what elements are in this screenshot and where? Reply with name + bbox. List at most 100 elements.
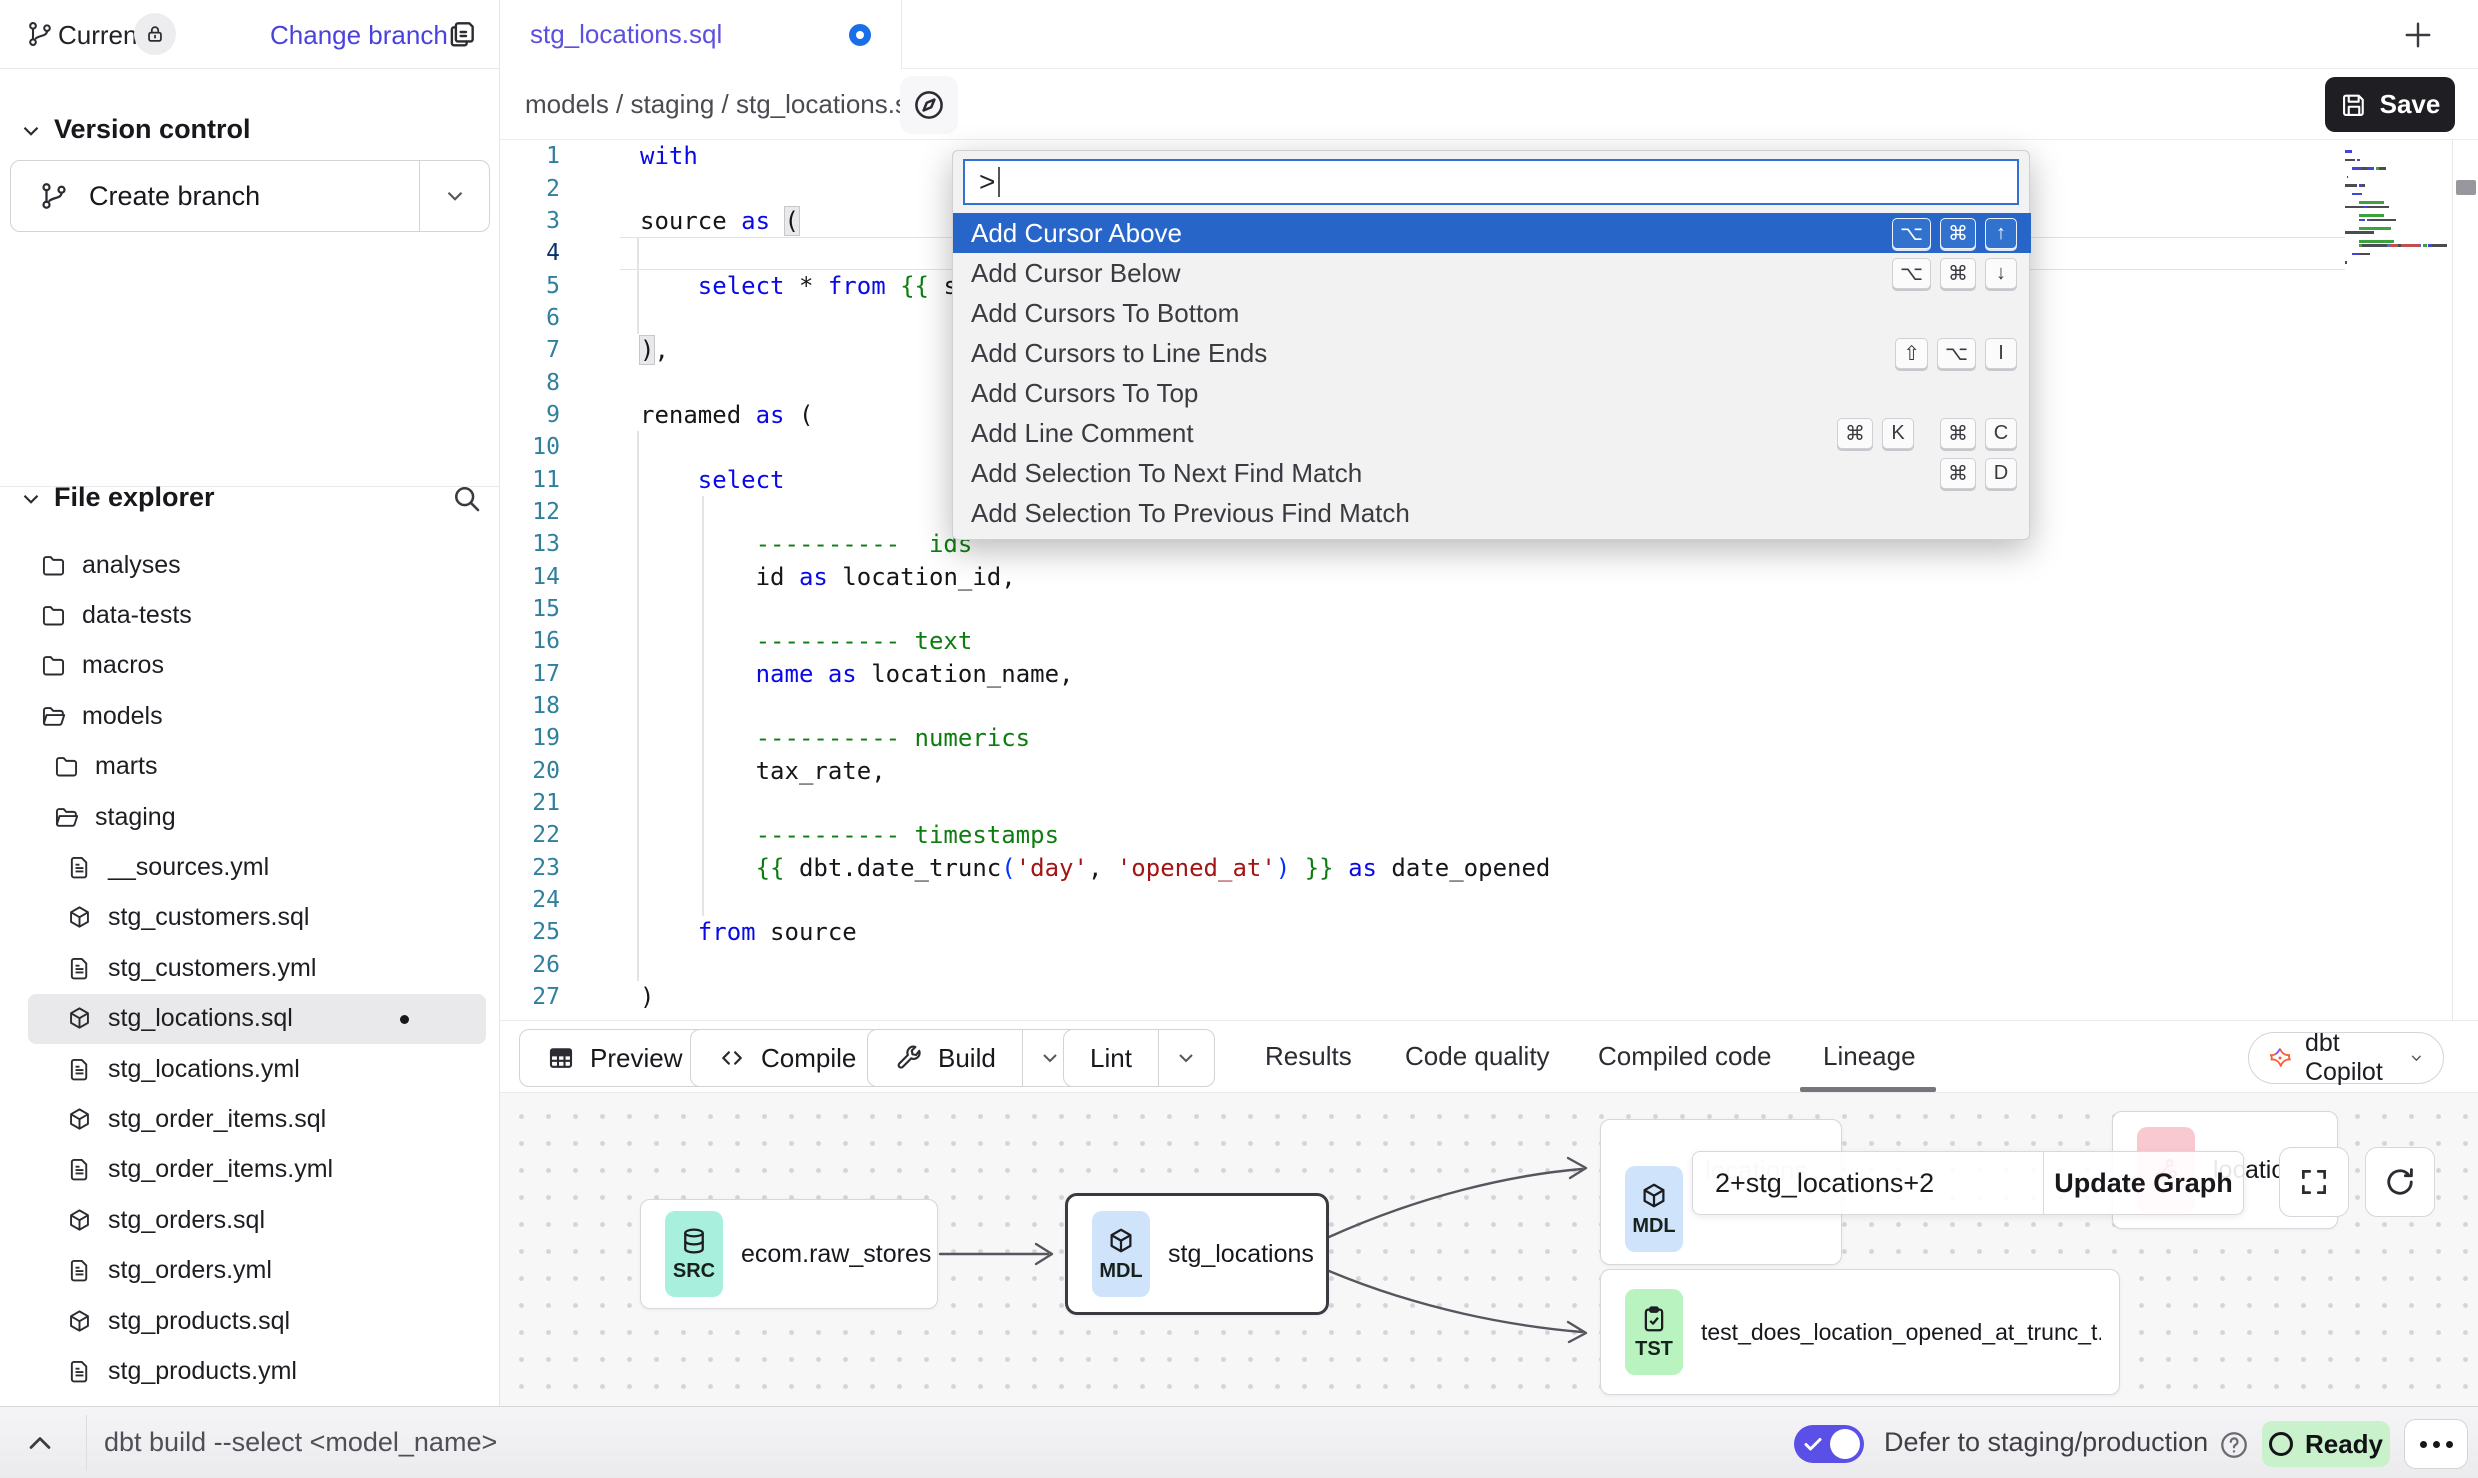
folder-item-staging[interactable]: staging bbox=[28, 792, 486, 842]
more-options-button[interactable] bbox=[2404, 1419, 2468, 1469]
fullscreen-button[interactable] bbox=[2279, 1147, 2349, 1217]
line-number: 17 bbox=[500, 661, 600, 687]
build-button[interactable]: Build bbox=[867, 1029, 1079, 1087]
model-badge: MDL bbox=[1092, 1211, 1150, 1297]
create-branch-dropdown[interactable] bbox=[419, 161, 489, 231]
code-line-20[interactable]: 20 tax_rate, bbox=[500, 755, 2478, 787]
help-icon[interactable] bbox=[2218, 1429, 2250, 1461]
code-line-15[interactable]: 15 bbox=[500, 593, 2478, 625]
code-line-16[interactable]: 16 ---------- text bbox=[500, 625, 2478, 657]
panel-tab-code-quality[interactable]: Code quality bbox=[1405, 1041, 1550, 1072]
minimap[interactable] bbox=[2345, 150, 2447, 266]
panel-tab-results[interactable]: Results bbox=[1265, 1041, 1352, 1072]
lineage-node-stg-locations[interactable]: MDL stg_locations bbox=[1065, 1193, 1329, 1315]
lint-dropdown[interactable] bbox=[1158, 1030, 1214, 1086]
defer-toggle[interactable] bbox=[1794, 1425, 1864, 1463]
create-branch-button[interactable]: Create branch bbox=[10, 160, 490, 232]
search-icon[interactable] bbox=[450, 482, 482, 514]
wrench-icon bbox=[894, 1043, 924, 1073]
palette-item[interactable]: Add Cursor Above⌥⌘↑ bbox=[953, 213, 2031, 253]
lineage-node-test[interactable]: TST test_does_location_opened_at_trunc_t… bbox=[1600, 1269, 2120, 1395]
dbt-copilot-button[interactable]: dbt Copilot bbox=[2248, 1032, 2444, 1084]
sidebar: Current Change branch Version control Cr… bbox=[0, 0, 500, 1406]
folder-item-data-tests[interactable]: data-tests bbox=[28, 590, 486, 640]
file-item-stg_order_items.sql[interactable]: stg_order_items.sql bbox=[28, 1094, 486, 1144]
folder-item-models[interactable]: models bbox=[28, 691, 486, 741]
palette-item-label: Add Line Comment bbox=[971, 418, 1194, 449]
code-line-18[interactable]: 18 bbox=[500, 690, 2478, 722]
copy-icon[interactable] bbox=[446, 18, 478, 50]
folder-item-analyses[interactable]: analyses bbox=[28, 540, 486, 590]
code-line-24[interactable]: 24 bbox=[500, 884, 2478, 916]
version-control-chevron-icon[interactable] bbox=[18, 118, 44, 144]
lineage-canvas[interactable]: SRC ecom.raw_stores MDL stg_locations MD… bbox=[500, 1092, 2478, 1406]
file-name: stg_products.yml bbox=[108, 1357, 297, 1386]
palette-item[interactable]: Add Cursor Below⌥⌘↓ bbox=[953, 253, 2031, 293]
code-line-21[interactable]: 21 bbox=[500, 787, 2478, 819]
file-explorer-chevron-icon[interactable] bbox=[18, 486, 44, 512]
keycap: ⌘ bbox=[1940, 258, 1976, 289]
cli-command-input[interactable]: dbt build --select <model_name> bbox=[104, 1427, 497, 1458]
file-icon bbox=[66, 1156, 93, 1183]
file-item-stg_orders.sql[interactable]: stg_orders.sql bbox=[28, 1195, 486, 1245]
code-line-23[interactable]: 23 {{ dbt.date_trunc('day', 'opened_at')… bbox=[500, 852, 2478, 884]
palette-item[interactable]: Add Cursors To Top bbox=[953, 373, 2031, 413]
refresh-button[interactable] bbox=[2365, 1147, 2435, 1217]
graph-search-input[interactable]: 2+stg_locations+2 bbox=[1693, 1152, 2044, 1214]
file-item-stg_customers.yml[interactable]: stg_customers.yml bbox=[28, 943, 486, 993]
lineage-node-ecom-raw-stores[interactable]: SRC ecom.raw_stores bbox=[640, 1199, 938, 1309]
preview-button[interactable]: Preview bbox=[519, 1029, 709, 1087]
version-control-title[interactable]: Version control bbox=[54, 114, 251, 145]
file-item-stg_locations.sql[interactable]: stg_locations.sql bbox=[28, 994, 486, 1044]
lint-button[interactable]: Lint bbox=[1063, 1029, 1215, 1087]
file-item-stg_locations.yml[interactable]: stg_locations.yml bbox=[28, 1044, 486, 1094]
clipboard-check-icon bbox=[1639, 1304, 1669, 1334]
save-button[interactable]: Save bbox=[2325, 77, 2455, 132]
file-item-stg_products.yml[interactable]: stg_products.yml bbox=[28, 1346, 486, 1396]
change-branch-link[interactable]: Change branch bbox=[270, 20, 448, 51]
code-line-27[interactable]: 27) bbox=[500, 981, 2478, 1013]
editor-scrollbar[interactable] bbox=[2452, 140, 2478, 1020]
code-text: id as location_id, bbox=[600, 563, 1016, 591]
model-icon bbox=[66, 1106, 93, 1133]
scrollbar-thumb[interactable] bbox=[2456, 180, 2476, 195]
new-tab-plus-icon[interactable] bbox=[2400, 17, 2436, 53]
file-item-stg_order_items.yml[interactable]: stg_order_items.yml bbox=[28, 1145, 486, 1195]
code-line-22[interactable]: 22 ---------- timestamps bbox=[500, 819, 2478, 851]
lineage-compass-button[interactable] bbox=[900, 76, 958, 134]
command-palette-list: Add Cursor Above⌥⌘↑Add Cursor Below⌥⌘↓Ad… bbox=[953, 213, 2031, 546]
panel-tab-compiled-code[interactable]: Compiled code bbox=[1598, 1041, 1771, 1072]
palette-query: > bbox=[979, 166, 995, 198]
file-explorer-title[interactable]: File explorer bbox=[54, 482, 215, 513]
ready-status-badge[interactable]: Ready bbox=[2262, 1421, 2390, 1467]
file-name: stg_customers.yml bbox=[108, 954, 316, 983]
palette-item-label: Add Selection To Previous Find Match bbox=[971, 498, 1410, 529]
command-palette-input[interactable]: > bbox=[963, 159, 2019, 205]
file-item-__sources.yml[interactable]: __sources.yml bbox=[28, 842, 486, 892]
code-line-14[interactable]: 14 id as location_id, bbox=[500, 560, 2478, 592]
code-line-25[interactable]: 25 from source bbox=[500, 916, 2478, 948]
save-label: Save bbox=[2380, 89, 2441, 120]
file-name: stg_order_items.sql bbox=[108, 1105, 326, 1134]
palette-item-label: Add Cursor Above bbox=[971, 218, 1182, 249]
palette-item[interactable]: Add Line Comment⌘K⌘C bbox=[953, 413, 2031, 453]
tab-stg-locations-sql[interactable]: stg_locations.sql bbox=[500, 0, 902, 69]
file-item-stg_products.sql[interactable]: stg_products.sql bbox=[28, 1296, 486, 1346]
code-line-26[interactable]: 26 bbox=[500, 949, 2478, 981]
panel-tab-lineage[interactable]: Lineage bbox=[1823, 1041, 1916, 1072]
compile-button[interactable]: Compile bbox=[690, 1029, 883, 1087]
palette-item[interactable]: Add Cursors To Bottom bbox=[953, 293, 2031, 333]
code-line-17[interactable]: 17 name as location_name, bbox=[500, 658, 2478, 690]
palette-item[interactable]: Add Cursors to Line Ends⇧⌥I bbox=[953, 333, 2031, 373]
chevron-up-icon[interactable] bbox=[22, 1425, 58, 1461]
code-line-19[interactable]: 19 ---------- numerics bbox=[500, 722, 2478, 754]
badge-label: TST bbox=[1635, 1338, 1673, 1361]
palette-item[interactable]: Add Selection To Next Find Match⌘D bbox=[953, 453, 2031, 493]
current-branch-label: Current bbox=[58, 20, 145, 51]
folder-item-macros[interactable]: macros bbox=[28, 641, 486, 691]
palette-item[interactable]: Add Selection To Previous Find Match bbox=[953, 493, 2031, 533]
folder-item-marts[interactable]: marts bbox=[28, 742, 486, 792]
file-item-stg_orders.yml[interactable]: stg_orders.yml bbox=[28, 1245, 486, 1295]
update-graph-button[interactable]: Update Graph bbox=[2044, 1152, 2243, 1214]
file-item-stg_customers.sql[interactable]: stg_customers.sql bbox=[28, 893, 486, 943]
